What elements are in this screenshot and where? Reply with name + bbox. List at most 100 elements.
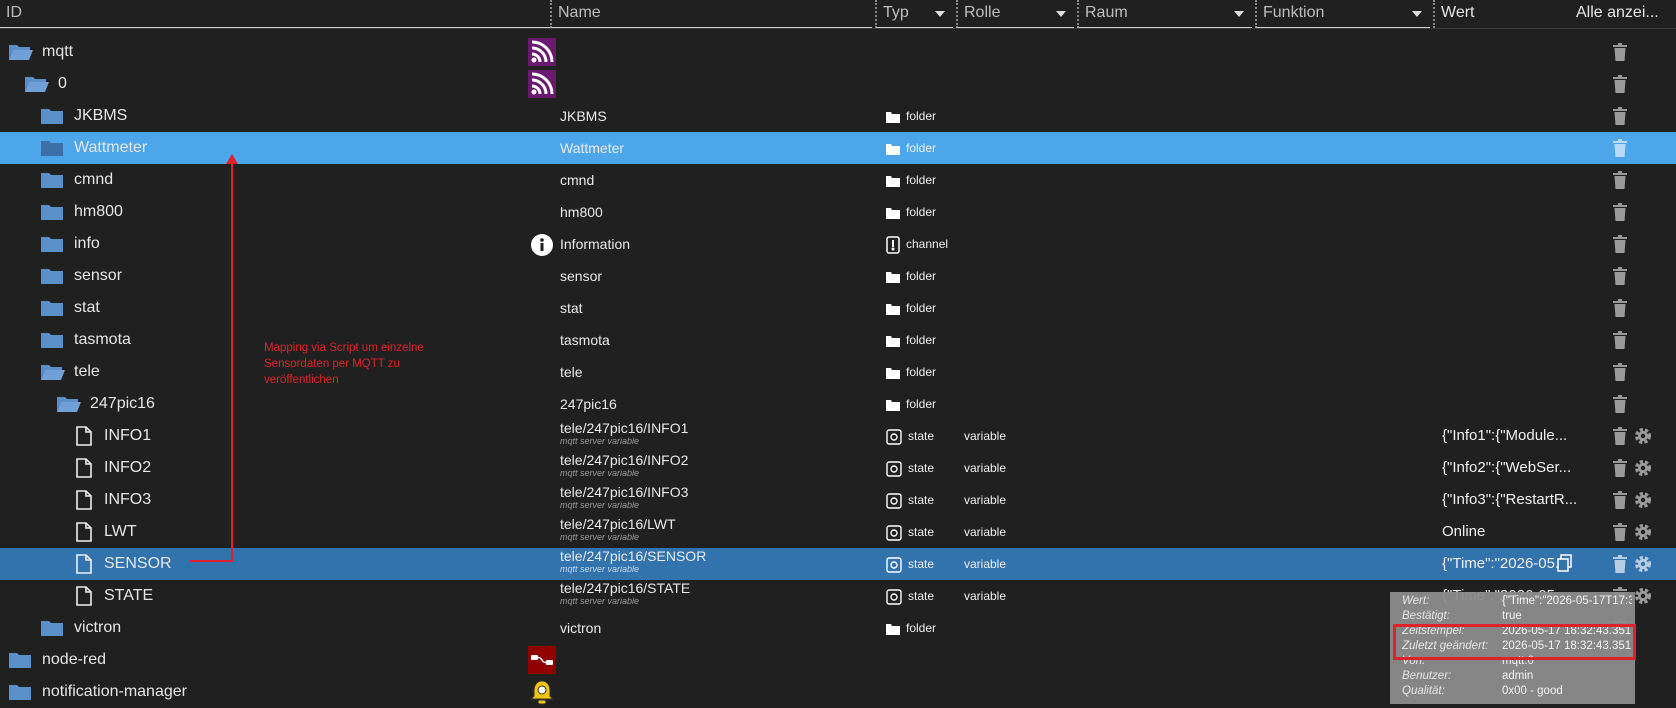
col-rolle[interactable]: Rolle [956, 0, 1074, 28]
row-value[interactable]: Online [1442, 516, 1600, 548]
folder-icon[interactable] [40, 202, 64, 222]
folder-open-icon[interactable] [56, 394, 82, 414]
col-wert-label: Wert [1441, 4, 1475, 21]
row-type-label: state [908, 429, 935, 443]
trash-icon[interactable] [1612, 363, 1628, 381]
table-row[interactable]: INFO1 tele/247pic16/INFO1 mqtt server var… [0, 420, 1676, 452]
row-name: cmnd [560, 172, 595, 188]
folder-open-icon[interactable] [40, 362, 66, 382]
table-row[interactable]: sensor sensor folder [0, 260, 1676, 292]
row-value[interactable]: {"Info3":{"RestartR... [1442, 484, 1600, 516]
table-row[interactable]: cmnd cmnd folder [0, 164, 1676, 196]
table-row[interactable]: stat stat folder [0, 292, 1676, 324]
trash-icon[interactable] [1612, 107, 1628, 125]
folder-icon[interactable] [8, 650, 32, 670]
annotation-arrow-line [231, 160, 233, 562]
row-type-label: state [908, 557, 935, 571]
table-row-selected[interactable]: Wattmeter Wattmeter folder [0, 132, 1676, 164]
row-type: state [886, 580, 934, 612]
row-name: stat [560, 300, 583, 316]
table-row[interactable]: 0 [0, 68, 1676, 100]
row-type: folder [886, 196, 936, 228]
folder-icon[interactable] [40, 106, 64, 126]
row-desc: mqtt server variable [560, 500, 640, 510]
table-row[interactable]: tasmota tasmota folder [0, 324, 1676, 356]
row-name-label: tele/247pic16/INFO1 [560, 420, 689, 436]
gear-icon[interactable] [1633, 490, 1653, 510]
row-id: stat [74, 299, 100, 316]
trash-icon[interactable] [1612, 331, 1628, 349]
folder-icon[interactable] [40, 298, 64, 318]
trash-icon[interactable] [1612, 299, 1628, 317]
folder-open-icon[interactable] [8, 42, 34, 62]
trash-icon[interactable] [1612, 203, 1628, 221]
folder-type-icon [886, 143, 900, 155]
trash-icon[interactable] [1612, 171, 1628, 189]
trash-icon[interactable] [1612, 75, 1628, 93]
table-row[interactable]: mqtt [0, 36, 1676, 68]
table-row[interactable]: INFO3 tele/247pic16/INFO3 mqtt server var… [0, 484, 1676, 516]
trash-icon[interactable] [1612, 395, 1628, 413]
file-icon [76, 426, 92, 446]
row-type: state [886, 452, 934, 484]
folder-icon[interactable] [40, 330, 64, 350]
trash-icon[interactable] [1612, 459, 1628, 477]
folder-icon[interactable] [8, 682, 32, 702]
row-value[interactable]: {"Info1":{"Module... [1442, 420, 1600, 452]
gear-icon[interactable] [1633, 586, 1653, 606]
folder-type-icon [886, 623, 900, 635]
col-name-label: Name [558, 4, 601, 21]
folder-type-icon [886, 207, 900, 219]
table-row[interactable]: INFO2 tele/247pic16/INFO2 mqtt server var… [0, 452, 1676, 484]
tooltip-row-benutzer: Benutzer: admin [1396, 669, 1629, 684]
trash-icon[interactable] [1612, 555, 1628, 573]
row-value[interactable]: {"Info2":{"WebSer... [1442, 452, 1600, 484]
show-all-button[interactable]: Alle anzei... [1570, 0, 1676, 28]
chevron-down-icon[interactable] [935, 11, 945, 17]
trash-icon[interactable] [1612, 491, 1628, 509]
col-raum-label: Raum [1085, 4, 1128, 21]
col-id[interactable]: ID [0, 0, 550, 28]
table-row[interactable]: tele tele folder [0, 356, 1676, 388]
folder-open-icon[interactable] [24, 74, 50, 94]
node-red-icon [528, 646, 556, 674]
trash-icon[interactable] [1612, 139, 1628, 157]
row-value[interactable]: {"Time":"2026-05... [1442, 548, 1600, 580]
folder-icon[interactable] [40, 138, 64, 158]
gear-icon[interactable] [1633, 426, 1653, 446]
chevron-down-icon[interactable] [1412, 11, 1422, 17]
table-row[interactable]: info Information channel [0, 228, 1676, 260]
col-wert[interactable]: Wert [1433, 0, 1573, 28]
row-role: variable [964, 557, 1007, 571]
trash-icon[interactable] [1612, 267, 1628, 285]
row-type: folder [886, 132, 936, 164]
chevron-down-icon[interactable] [1056, 11, 1066, 17]
row-id: LWT [104, 523, 137, 540]
row-id: INFO2 [104, 459, 152, 476]
col-typ[interactable]: Typ [875, 0, 953, 28]
gear-icon[interactable] [1633, 554, 1653, 574]
trash-icon[interactable] [1612, 235, 1628, 253]
table-row[interactable]: 247pic16 247pic16 folder [0, 388, 1676, 420]
table-row[interactable]: JKBMS JKBMS folder [0, 100, 1676, 132]
gear-icon[interactable] [1633, 522, 1653, 542]
row-role: variable [964, 461, 1007, 475]
table-row[interactable]: LWT tele/247pic16/LWT mqtt server variabl… [0, 516, 1676, 548]
col-raum[interactable]: Raum [1077, 0, 1252, 28]
folder-icon[interactable] [40, 234, 64, 254]
file-icon [76, 586, 92, 606]
trash-icon[interactable] [1612, 427, 1628, 445]
col-name[interactable]: Name [550, 0, 872, 28]
show-all-label: Alle anzei... [1576, 4, 1659, 21]
folder-icon[interactable] [40, 170, 64, 190]
trash-icon[interactable] [1612, 523, 1628, 541]
col-funktion[interactable]: Funktion [1255, 0, 1430, 28]
copy-icon[interactable] [1557, 554, 1573, 572]
gear-icon[interactable] [1633, 458, 1653, 478]
folder-icon[interactable] [40, 618, 64, 638]
chevron-down-icon[interactable] [1234, 11, 1244, 17]
table-row-hovered[interactable]: SENSOR tele/247pic16/SENSOR mqtt server v… [0, 548, 1676, 580]
trash-icon[interactable] [1612, 43, 1628, 61]
table-row[interactable]: hm800 hm800 folder [0, 196, 1676, 228]
folder-icon[interactable] [40, 266, 64, 286]
